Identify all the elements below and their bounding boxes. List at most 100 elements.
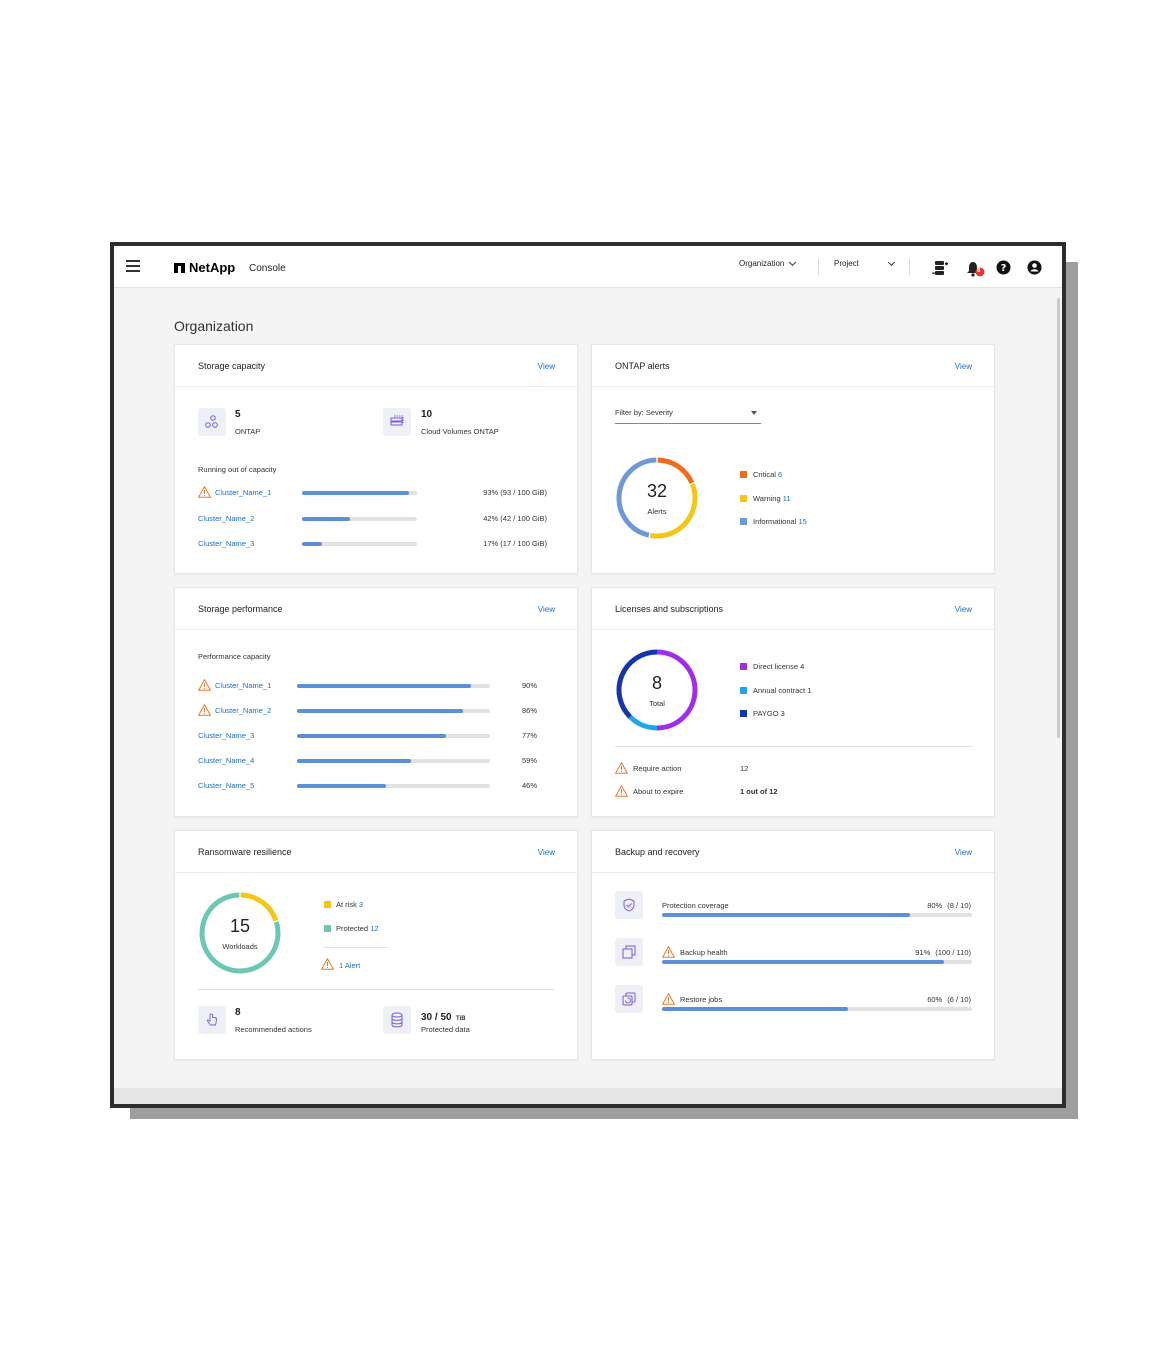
backup-metric-percent: 60%: [927, 995, 943, 1004]
connector-icon[interactable]: [932, 260, 948, 281]
legend-label: Protected: [336, 923, 371, 933]
cluster-link[interactable]: Cluster_Name_3: [198, 731, 254, 740]
cvo-count: 10: [421, 409, 433, 420]
notification-badge: 8: [977, 268, 981, 274]
top-bar: NetApp Console Organization Project 8 ?: [114, 246, 1062, 288]
progress-bar: [297, 759, 490, 763]
progress-bar-fill: [662, 1007, 848, 1011]
horizontal-scrollbar[interactable]: [114, 1088, 1062, 1104]
recommended-actions-label: Recommended actions: [235, 1025, 312, 1034]
view-link[interactable]: View: [955, 362, 972, 371]
storage-performance-card: Storage performance View Performance cap…: [174, 587, 578, 817]
protected-data-label: Protected data: [421, 1025, 470, 1034]
backup-metric-detail: (100 / 110): [935, 948, 971, 957]
divider: [198, 989, 554, 990]
alerts-total-label: Alerts: [647, 507, 667, 516]
performance-value: 59%: [521, 756, 537, 765]
warning-icon: [615, 785, 628, 797]
progress-bar: [297, 784, 490, 788]
alert-link[interactable]: 1 Alert: [339, 961, 360, 970]
shield-check-icon: [615, 891, 643, 919]
warning-icon: [198, 704, 211, 716]
divider: [615, 746, 973, 747]
progress-bar: [297, 734, 490, 738]
protected-data-unit: TiB: [456, 1016, 466, 1022]
legend-count: 6: [778, 470, 783, 479]
progress-bar: [662, 960, 972, 964]
app-window: NetApp Console Organization Project 8 ? …: [110, 242, 1066, 1108]
card-title: Licenses and subscriptions: [615, 604, 724, 614]
user-icon[interactable]: [1027, 260, 1042, 280]
restore-icon: [615, 985, 643, 1013]
backup-metric-value: 60% (6 / 10): [927, 995, 971, 1004]
view-link[interactable]: View: [955, 848, 972, 857]
organization-dropdown[interactable]: Organization: [739, 258, 797, 268]
brand-logo[interactable]: NetApp: [174, 260, 235, 275]
licenses-total: 8: [651, 673, 662, 693]
progress-bar-fill: [297, 759, 411, 763]
backup-metric-value: 91% (100 / 110): [915, 948, 971, 957]
scrollbar-thumb[interactable]: [1057, 298, 1060, 738]
legend-swatch: [324, 901, 331, 908]
recommended-actions-count: 8: [235, 1007, 241, 1018]
legend-swatch: [740, 494, 747, 502]
view-link[interactable]: View: [955, 605, 972, 614]
progress-bar: [297, 684, 490, 688]
legend-swatch: [740, 471, 747, 478]
view-link[interactable]: View: [538, 848, 555, 857]
capacity-value: 93% (93 / 100 GiB): [483, 488, 547, 497]
progress-bar-fill: [297, 709, 463, 713]
card-title: Ransomware resilience: [198, 847, 292, 857]
card-title: Backup and recovery: [615, 847, 700, 857]
card-header: Ransomware resilience View: [175, 831, 577, 873]
cluster-link[interactable]: Cluster_Name_5: [198, 781, 254, 790]
cluster-link[interactable]: Cluster_Name_3: [198, 539, 254, 548]
legend-item[interactable]: At risk 3: [336, 900, 363, 909]
donut-segment: [657, 457, 695, 484]
legend-item[interactable]: Protected 12: [336, 924, 379, 933]
warning-icon: [198, 486, 211, 498]
help-icon[interactable]: ?: [996, 260, 1011, 280]
legend-item[interactable]: Warning 11: [753, 494, 791, 503]
capacity-value: 17% (17 / 100 GiB): [483, 539, 547, 548]
backup-metric-value: 80% (8 / 10): [927, 901, 971, 910]
warning-icon: [321, 958, 334, 970]
warning-icon: [615, 762, 628, 774]
cluster-link[interactable]: Cluster_Name_1: [215, 488, 271, 497]
notifications-icon[interactable]: 8: [966, 260, 986, 283]
cluster-link[interactable]: Cluster_Name_2: [215, 706, 271, 715]
chevron-down-icon: [887, 258, 895, 266]
card-title: Storage performance: [198, 604, 283, 614]
workloads-total-label: Workloads: [222, 942, 258, 951]
legend-item[interactable]: Informational 15: [753, 517, 807, 526]
progress-bar: [662, 1007, 972, 1011]
legend-label: Informational: [753, 517, 799, 526]
capacity-value: 42% (42 / 100 GiB): [483, 513, 547, 523]
legend-swatch: [740, 518, 747, 525]
require-action-label: Require action: [633, 764, 682, 773]
menu-icon[interactable]: [126, 260, 140, 272]
progress-bar-fill: [297, 784, 386, 788]
legend-swatch: [740, 710, 747, 717]
ontap-label: ONTAP: [235, 427, 261, 436]
vertical-scrollbar[interactable]: [1054, 288, 1062, 1068]
progress-bar: [302, 516, 417, 521]
view-link[interactable]: View: [538, 362, 555, 371]
cluster-link[interactable]: Cluster_Name_4: [198, 756, 254, 765]
legend-item[interactable]: Critical 6: [753, 470, 782, 479]
expire-value: 1 out of 12: [740, 787, 778, 796]
legend-swatch: [324, 924, 331, 932]
card-title: ONTAP alerts: [615, 361, 670, 371]
cluster-link[interactable]: Cluster_Name_1: [215, 681, 271, 690]
card-title: Storage capacity: [198, 361, 266, 371]
severity-filter-select[interactable]: Filter by: Severity: [615, 406, 761, 424]
performance-value: 46%: [521, 781, 537, 790]
project-dropdown[interactable]: Project: [834, 258, 895, 268]
brand-name: NetApp: [189, 260, 236, 275]
progress-bar-fill: [302, 491, 409, 495]
performance-value: 77%: [521, 731, 537, 740]
view-link[interactable]: View: [538, 605, 555, 614]
progress-bar-fill: [662, 913, 910, 917]
backup-metric-label: Restore jobs: [680, 995, 723, 1004]
cluster-link[interactable]: Cluster_Name_2: [198, 514, 254, 523]
